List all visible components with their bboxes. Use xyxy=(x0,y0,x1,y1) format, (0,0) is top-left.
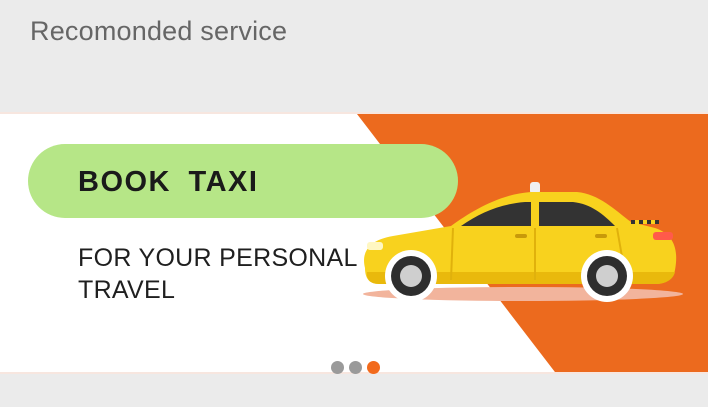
carousel-dot-2[interactable] xyxy=(349,361,362,374)
carousel-indicator[interactable] xyxy=(331,361,380,374)
section-title: Recomonded service xyxy=(30,16,288,46)
carousel-dot-1[interactable] xyxy=(331,361,344,374)
banner-subtitle-line2: TRAVEL xyxy=(78,276,176,304)
promo-banner[interactable]: BOOK TAXI FOR YOUR PERSONAL TRAVEL xyxy=(0,112,708,374)
banner-subtitle: FOR YOUR PERSONAL TRAVEL xyxy=(78,242,358,306)
banner-subtitle-line1: FOR YOUR PERSONAL xyxy=(78,244,358,272)
carousel-dot-3-active[interactable] xyxy=(367,361,380,374)
taxi-car-icon xyxy=(363,182,683,302)
banner-headline: BOOK TAXI xyxy=(78,166,259,198)
